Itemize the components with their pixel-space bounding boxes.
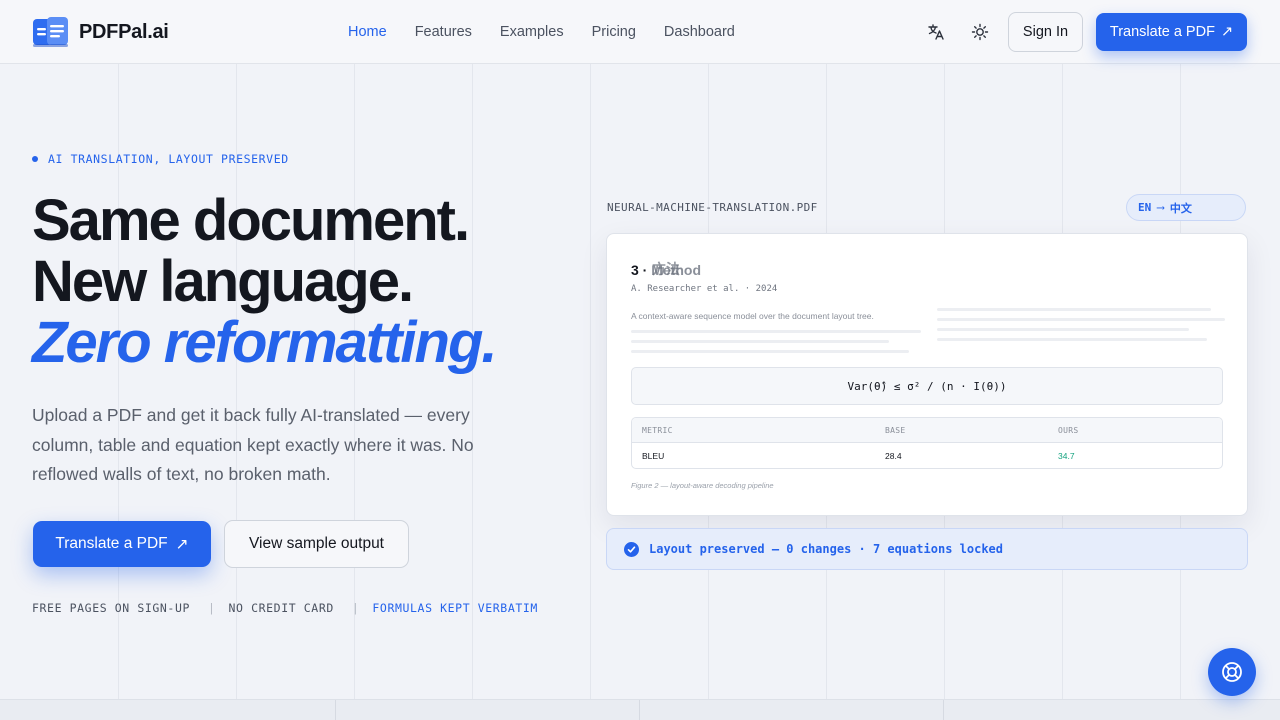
next-section-edge <box>0 699 1280 720</box>
doc-figure-caption: Figure 2 — layout-aware decoding pipelin… <box>631 481 774 490</box>
nav-home[interactable]: Home <box>334 24 401 40</box>
sun-icon[interactable] <box>968 20 992 44</box>
hero-headline: Same document. New language. Zero reform… <box>32 188 497 375</box>
header-translate-label: Translate a PDF <box>1109 24 1215 40</box>
eyebrow-dot-icon <box>32 156 38 162</box>
nav-features[interactable]: Features <box>401 24 486 40</box>
perk-separator: | <box>208 601 216 615</box>
preview-file-name: NEURAL-MACHINE-TRANSLATION.PDF <box>607 201 818 214</box>
table-row: BLEU 28.4 34.7 <box>632 443 1222 468</box>
layout-status-text: Layout preserved — 0 changes · 7 equatio… <box>649 542 1004 556</box>
layout-status-banner: Layout preserved — 0 changes · 7 equatio… <box>606 528 1248 570</box>
nav-pricing[interactable]: Pricing <box>578 24 650 40</box>
logo-document-icon <box>32 16 69 48</box>
headline-line-2: New language. <box>32 249 414 314</box>
perk-no-credit-card: NO CREDIT CARD <box>228 601 334 615</box>
table-cell: BLEU <box>642 451 665 461</box>
text-placeholder-line <box>631 330 921 333</box>
perk-separator: | <box>351 601 360 615</box>
arrow-up-right-icon: ↗ <box>175 535 189 553</box>
lifebuoy-icon[interactable] <box>1208 648 1256 696</box>
text-placeholder-line <box>631 340 889 343</box>
translate-pdf-label: Translate a PDF <box>55 535 168 552</box>
view-sample-button[interactable]: View sample output <box>224 520 409 568</box>
document-preview-card: 3 · Method 方法 A. Researcher et al. · 202… <box>606 233 1248 516</box>
table-header-cell: BASE <box>885 425 906 435</box>
text-placeholder-line <box>937 308 1211 311</box>
doc-heading-translated: 方法 <box>652 261 680 277</box>
eyebrow-text: AI TRANSLATION, LAYOUT PRESERVED <box>48 152 289 166</box>
brand-name: PDFPal.ai <box>79 20 169 43</box>
translate-icon[interactable] <box>924 20 948 44</box>
source-language: EN <box>1138 201 1152 214</box>
hero-description: Upload a PDF and get it back fully AI-tr… <box>32 405 474 484</box>
table-header-cell: METRIC <box>642 425 673 435</box>
doc-section-heading: 3 · Method 方法 <box>631 261 701 278</box>
doc-author-line: A. Researcher et al. · 2024 <box>631 284 778 294</box>
translate-pdf-button[interactable]: Translate a PDF ↗ <box>33 521 211 567</box>
table-header-cell: OURS <box>1058 425 1079 435</box>
brand-logo[interactable]: PDFPal.ai <box>32 16 169 48</box>
table-cell: 28.4 <box>885 451 902 461</box>
main-nav: Home Features Examples Pricing Dashboard <box>334 0 749 64</box>
table-header-row: METRIC BASE OURS <box>632 418 1222 443</box>
doc-results-table: METRIC BASE OURS BLEU 28.4 34.7 <box>631 417 1223 469</box>
headline-line-3: Zero reformatting. <box>32 310 497 375</box>
perk-free-pages: FREE PAGES ON SIGN-UP <box>32 601 190 615</box>
text-placeholder-line <box>937 338 1207 341</box>
arrow-right-icon: ⟶ <box>1157 201 1164 214</box>
text-placeholder-line <box>631 350 909 353</box>
perk-formulas: FORMULAS KEPT VERBATIM <box>372 601 538 615</box>
check-icon <box>624 541 639 557</box>
nav-examples[interactable]: Examples <box>486 24 578 40</box>
doc-abstract-line: A context-aware sequence model over the … <box>631 311 874 321</box>
perks-list: FREE PAGES ON SIGN-UP | NO CREDIT CARD |… <box>32 601 538 615</box>
arrow-up-right-icon: ↗ <box>1220 24 1234 40</box>
target-language: 中文 <box>1169 201 1192 215</box>
nav-dashboard[interactable]: Dashboard <box>650 24 749 40</box>
doc-heading-number: 3 · <box>631 262 648 278</box>
table-cell: 34.7 <box>1058 451 1075 461</box>
text-placeholder-line <box>937 318 1225 321</box>
site-header: PDFPal.ai Home Features Examples Pricing… <box>0 0 1280 64</box>
doc-equation: Var(θ̂) ≤ σ² / (n · I(θ)) <box>631 367 1223 405</box>
header-translate-button[interactable]: Translate a PDF ↗ <box>1096 13 1247 51</box>
hero-eyebrow: AI TRANSLATION, LAYOUT PRESERVED <box>32 152 289 166</box>
headline-line-1: Same document. <box>32 188 470 253</box>
sign-in-button[interactable]: Sign In <box>1008 12 1083 52</box>
text-placeholder-line <box>937 328 1189 331</box>
language-pair-badge: EN ⟶ 中文 <box>1126 194 1246 221</box>
